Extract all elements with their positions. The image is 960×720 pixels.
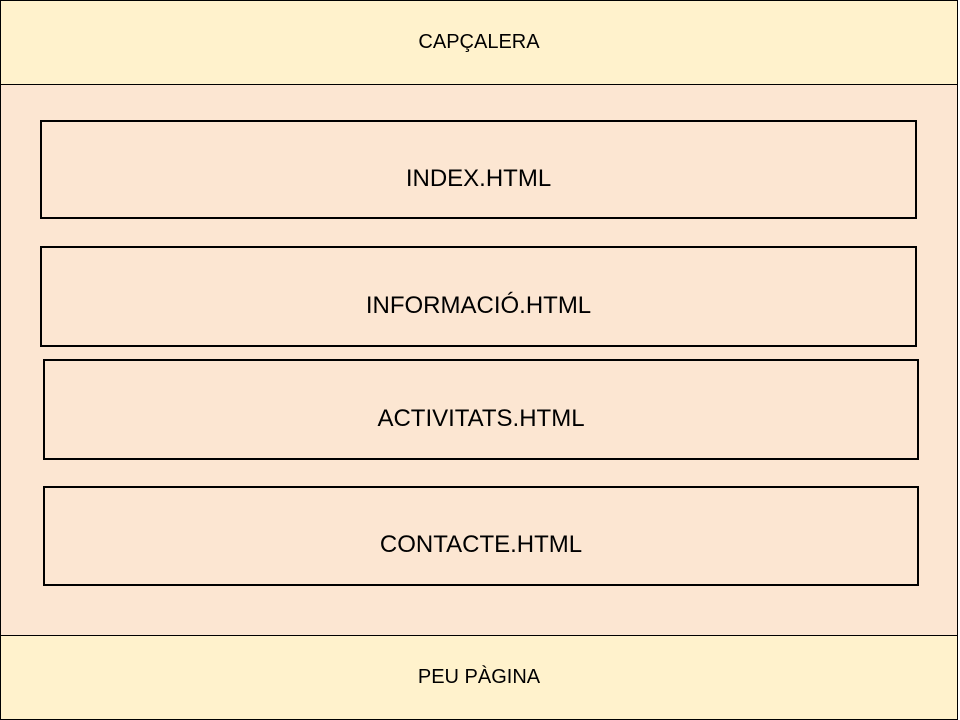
- page-box-index: INDEX.HTML: [40, 120, 917, 219]
- page-label-index: INDEX.HTML: [405, 164, 552, 192]
- page-label-activitats: ACTIVITATS.HTML: [377, 404, 585, 432]
- footer-label: PEU PÀGINA: [417, 666, 541, 688]
- page-box-informacio: INFORMACIÓ.HTML: [40, 246, 917, 347]
- footer-block: PEU PÀGINA: [0, 635, 958, 720]
- page-label-contacte: CONTACTE.HTML: [379, 531, 583, 558]
- site-structure-diagram: CAPÇALERA INDEX.HTML INFORMACIÓ.HTML ACT…: [0, 0, 960, 720]
- header-label: CAPÇALERA: [418, 31, 540, 53]
- page-box-contacte: CONTACTE.HTML: [43, 486, 919, 586]
- header-block: CAPÇALERA: [0, 0, 958, 85]
- page-box-activitats: ACTIVITATS.HTML: [43, 359, 919, 460]
- page-label-informacio: INFORMACIÓ.HTML: [365, 291, 592, 319]
